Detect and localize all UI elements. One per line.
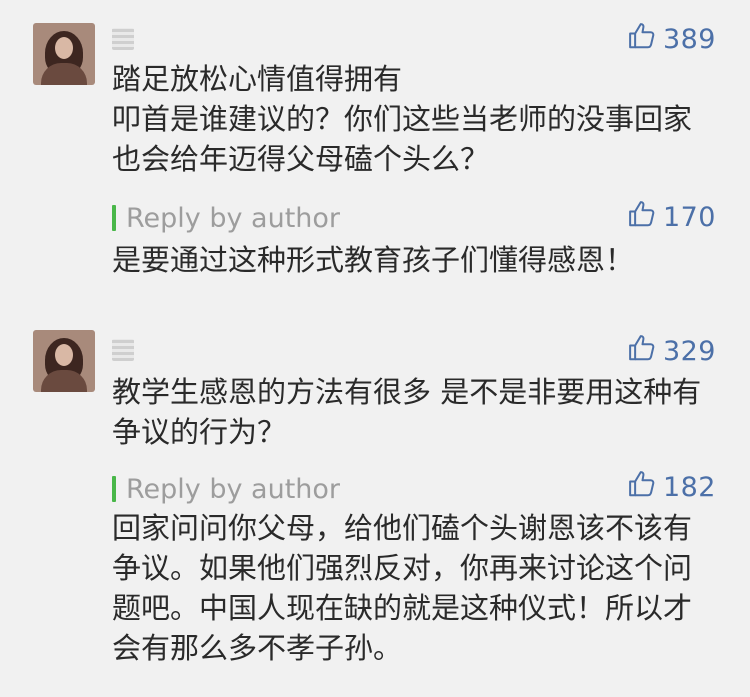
reply-bar — [112, 205, 116, 231]
reply-text: 是要通过这种形式教育孩子们懂得感恩！ — [112, 243, 635, 277]
avatar[interactable] — [33, 330, 95, 392]
reply-label: Reply by author — [112, 202, 340, 234]
thumbs-up-icon — [627, 21, 657, 58]
thumbs-up-icon — [627, 469, 657, 506]
reply-like-count: 182 — [662, 471, 716, 503]
reply-like-count: 170 — [662, 201, 716, 233]
comment-text: 踏足放松心情值得拥有 叩首是谁建议的？你们这些当老师的没事回家也会给年迈得父母磕… — [112, 62, 693, 176]
avatar[interactable] — [33, 23, 95, 85]
reply-text: 回家问问你父母，给他们磕个头谢恩该不该有争议。如果他们强烈反对，你再来讨论这个问… — [112, 511, 693, 665]
reply-label-text: Reply by author — [126, 473, 341, 505]
nickname-blurred[interactable] — [112, 28, 134, 50]
reply-like-button[interactable]: 170 — [627, 199, 716, 235]
reply-bar — [112, 476, 116, 502]
reply-like-button[interactable]: 182 — [627, 469, 716, 505]
nickname-blurred[interactable] — [112, 339, 134, 361]
reply-label-text: Reply by author — [126, 202, 341, 234]
like-count: 329 — [662, 335, 716, 367]
thumbs-up-icon — [627, 333, 657, 370]
comment-text: 教学生感恩的方法有很多 是不是非要用这种有争议的行为？ — [112, 375, 702, 449]
reply-label: Reply by author — [112, 473, 340, 505]
like-button[interactable]: 389 — [627, 21, 716, 57]
like-count: 389 — [662, 23, 716, 55]
like-button[interactable]: 329 — [627, 333, 716, 369]
thumbs-up-icon — [627, 199, 657, 236]
